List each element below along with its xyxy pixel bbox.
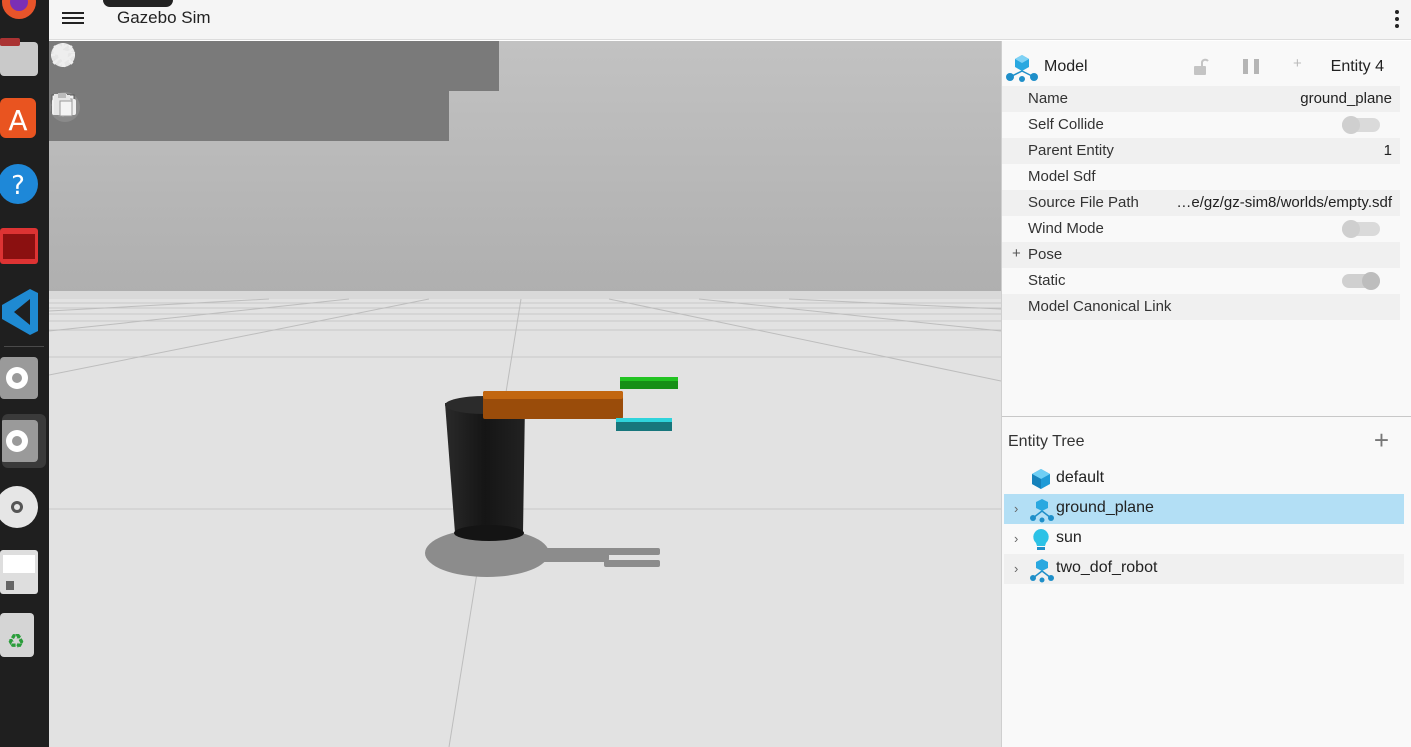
cone-icon[interactable] [54,41,199,91]
point-light-icon[interactable] [51,41,399,91]
disc-icon[interactable] [0,480,49,534]
chevron-right-icon[interactable]: › [1014,531,1018,546]
rotate-icon[interactable] [53,91,199,141]
tree-item-ground-plane[interactable]: › ground_plane [1004,494,1404,524]
property-label: Model Canonical Link [1028,298,1172,315]
ubuntu-dock: A ? ♻ [0,0,49,747]
hamburger-menu-icon[interactable] [62,9,84,29]
right-panel: Model + Entity 4 Name ground_plane Self … [1001,41,1411,747]
trash-icon[interactable]: ♻ [0,610,49,664]
tree-item-default[interactable]: default [1004,464,1404,494]
static-toggle[interactable] [1342,272,1380,290]
transform-control-icon[interactable] [52,91,249,141]
property-label: Parent Entity [1028,142,1114,159]
tree-item-label: ground_plane [1056,499,1154,516]
copy-icon[interactable] [54,91,399,141]
property-label: Name [1028,90,1069,107]
property-label: Wind Mode [1028,220,1104,237]
tree-item-label: default [1056,469,1105,486]
robot-arm[interactable] [483,391,623,419]
settings-icon[interactable] [0,351,49,405]
chevron-right-icon[interactable]: › [1014,561,1018,576]
property-row-wind-mode: Wind Mode [1002,216,1400,242]
model-icon [1030,559,1054,583]
gripper-bottom[interactable] [616,418,672,431]
property-row-source-file-path: Source File Path …e/gz/gz-sim8/worlds/em… [1002,190,1400,216]
property-label: Model Sdf [1028,168,1096,185]
window-title: Gazebo Sim [117,8,211,27]
save-icon[interactable] [0,545,49,599]
svg-text:A: A [8,104,27,137]
cylinder-icon[interactable] [54,41,249,91]
svg-text:♻: ♻ [7,629,25,653]
tree-item-label: two_dof_robot [1056,559,1158,576]
spot-light-icon[interactable] [53,41,499,91]
tree-item-label: sun [1056,529,1082,546]
app-center-icon[interactable]: A [0,92,49,146]
property-row-pose[interactable]: + Pose [1002,242,1400,268]
more-options-icon[interactable] [1393,8,1401,30]
pause-icon[interactable] [1242,58,1262,76]
entity-tree-title: Entity Tree [1008,433,1085,450]
property-label: Pose [1028,246,1063,263]
ellipsoid-icon[interactable] [51,41,349,91]
vscode-icon[interactable] [0,285,49,339]
property-value: …e/gz/gz-sim8/worlds/empty.sdf [1176,194,1392,211]
terminal-icon[interactable] [0,220,49,274]
gripper-top[interactable] [620,377,678,389]
unlock-icon[interactable] [1192,57,1210,77]
property-row-self-collide: Self Collide [1002,112,1400,138]
entity-id-label: Entity 4 [1330,58,1384,75]
sphere-icon[interactable] [51,41,149,91]
property-value: ground_plane [1300,90,1392,107]
wind-mode-toggle[interactable] [1342,220,1380,238]
notification-tab [103,0,173,7]
add-entity-button[interactable]: + [1374,427,1389,453]
property-row-static: Static [1002,268,1400,294]
property-row-model-canonical-link: Model Canonical Link [1002,294,1400,320]
capsule-icon[interactable] [56,41,299,91]
property-row-model-sdf: Model Sdf [1002,164,1400,190]
directional-light-icon[interactable] [52,41,449,91]
title-bar: Gazebo Sim [49,0,1411,40]
expand-pose-icon[interactable]: + [1012,245,1021,262]
shapes-toolbar [49,41,499,91]
screenshot-icon[interactable] [52,91,349,141]
grid-snap-icon[interactable] [51,91,299,141]
files-icon[interactable] [0,34,49,88]
component-inspector-header: Model + Entity 4 [1002,49,1411,85]
chevron-right-icon[interactable]: › [1014,501,1018,516]
scene-viewport[interactable] [49,41,1001,747]
tree-item-two-dof-robot[interactable]: › two_dof_robot [1004,554,1404,584]
translate-icon[interactable] [51,91,149,141]
property-value: 1 [1383,142,1392,159]
firefox-icon[interactable] [0,0,49,34]
help-icon[interactable]: ? [0,158,49,212]
component-title: Model [1044,58,1088,75]
property-row-name: Name ground_plane [1002,86,1400,112]
property-label: Self Collide [1028,116,1104,133]
panel-divider[interactable] [1002,416,1411,417]
model-icon [1006,55,1038,82]
scene-3d-render[interactable] [49,41,1001,747]
tree-item-sun[interactable]: › sun [1004,524,1404,554]
add-component-icon[interactable]: + [1293,55,1302,72]
property-row-parent-entity: Parent Entity 1 [1002,138,1400,164]
property-label: Static [1028,272,1066,289]
light-bulb-icon [1033,529,1049,550]
paste-icon[interactable] [54,91,449,141]
transform-toolbar [49,91,449,141]
self-collide-toggle[interactable] [1342,116,1380,134]
robot-base[interactable] [445,403,525,539]
settings-active-icon[interactable] [0,414,46,468]
property-label: Source File Path [1028,194,1139,211]
world-cube-icon [1032,469,1050,489]
model-icon [1030,499,1054,523]
svg-text:?: ? [11,171,25,201]
